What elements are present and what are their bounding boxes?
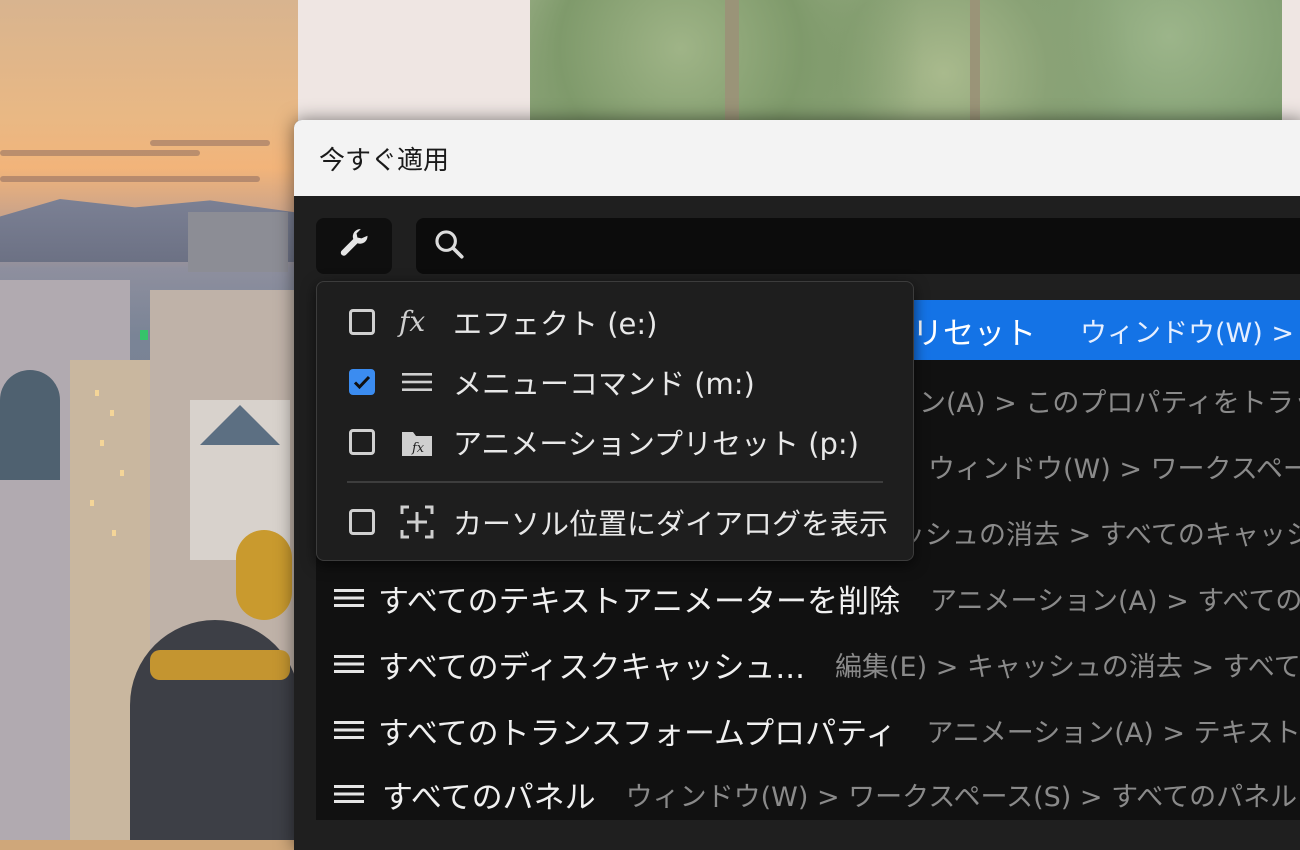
result-name: リセット — [912, 315, 1036, 352]
result-name: すべてのトランスフォームプロパティ — [378, 715, 897, 752]
menu-item-label: メニューコマンド (m:) — [453, 367, 755, 401]
result-row[interactable]: すべてのパネル ウィンドウ(W) > ワークスペース(S) > すべてのパネル — [316, 764, 1300, 824]
menu-item-animation-presets[interactable]: fx アニメーションプリセット (p:) — [317, 414, 913, 470]
fx-icon: fx — [397, 305, 437, 339]
wrench-icon — [337, 227, 371, 265]
result-name: すべてのディスクキャッシュ... — [378, 649, 805, 686]
menu-item-menu-commands[interactable]: メニューコマンド (m:) — [317, 354, 913, 410]
result-path: ッシュの消去 > すべてのキャッシュ — [898, 519, 1300, 551]
search-input[interactable] — [476, 232, 1280, 260]
cursor-position-checkbox[interactable] — [349, 509, 375, 535]
preset-icon: fx — [397, 426, 437, 458]
menu-command-icon — [334, 782, 368, 806]
menu-item-label: アニメーションプリセット (p:) — [453, 427, 859, 461]
checkmark-icon — [353, 375, 371, 390]
effects-checkbox[interactable] — [349, 309, 375, 335]
dialog-toolbar — [294, 216, 1300, 276]
result-row[interactable]: すべてのテキストアニメーターを削除 アニメーション(A) > すべてのテ — [316, 568, 1300, 628]
menu-commands-checkbox[interactable] — [349, 369, 375, 395]
result-path: 編集(E) > キャッシュの消去 > すべての — [834, 651, 1300, 683]
menu-item-label: エフェクト (e:) — [453, 307, 658, 341]
result-path: アニメーション(A) > テキストのア — [926, 717, 1300, 749]
result-path: ウィンドウ(W) > ワークスペース(S) > すべてのパネル — [625, 781, 1298, 813]
menu-item-label: カーソル位置にダイアログを表示 — [453, 507, 889, 541]
svg-text:fx: fx — [397, 305, 425, 338]
result-row[interactable]: すべてのディスクキャッシュ... 編集(E) > キャッシュの消去 > すべての — [316, 634, 1300, 694]
menu-item-cursor-position[interactable]: カーソル位置にダイアログを表示 — [317, 494, 913, 550]
result-path: ウィンドウ(W) > ワークスペース — [928, 453, 1300, 485]
dialog-titlebar[interactable]: 今すぐ適用 — [294, 120, 1300, 196]
search-box[interactable] — [416, 218, 1300, 274]
result-name: すべてのパネル — [382, 779, 596, 816]
menu-separator — [347, 481, 883, 483]
search-icon — [432, 227, 466, 265]
result-path: アニメーション(A) > すべてのテ — [930, 585, 1300, 617]
menu-item-effects[interactable]: fx エフェクト (e:) — [317, 294, 913, 350]
dialog-title: 今すぐ適用 — [319, 145, 450, 176]
result-path: ョン(A) > このプロパティをトラック — [892, 387, 1300, 419]
filter-menu: fx エフェクト (e:) メニューコマンド (m:) fx アニメーションプリ… — [316, 281, 914, 561]
svg-text:fx: fx — [411, 441, 425, 456]
city-buildings-photo — [0, 212, 300, 840]
result-row[interactable]: すべてのトランスフォームプロパティ アニメーション(A) > テキストのア — [316, 700, 1300, 760]
result-path: ウィンドウ(W) > ワ — [1080, 317, 1300, 349]
result-name: すべてのテキストアニメーターを削除 — [378, 583, 901, 620]
trees-photo — [530, 0, 1282, 122]
menu-lines-icon — [397, 370, 437, 394]
cursor-position-icon — [397, 504, 437, 540]
menu-command-icon — [334, 586, 364, 610]
filter-settings-button[interactable] — [316, 218, 392, 274]
menu-command-icon — [334, 652, 364, 676]
menu-command-icon — [334, 718, 364, 742]
animation-presets-checkbox[interactable] — [349, 429, 375, 455]
